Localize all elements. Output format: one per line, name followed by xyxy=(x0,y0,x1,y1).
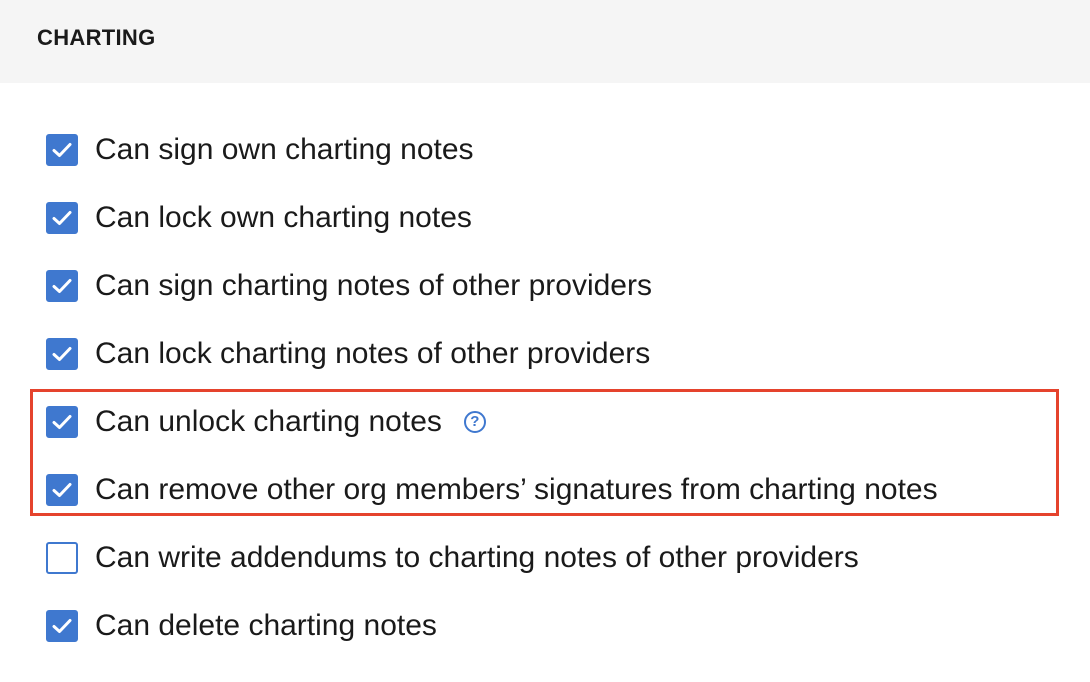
permission-list: Can sign own charting notes Can lock own… xyxy=(0,0,1090,682)
checkbox-addendums[interactable] xyxy=(46,542,78,574)
checkmark-icon xyxy=(52,483,72,497)
permission-label: Can lock charting notes of other provide… xyxy=(95,337,651,370)
checkmark-icon xyxy=(52,619,72,633)
question-circle-icon[interactable]: ? xyxy=(463,411,486,433)
permission-label: Can delete charting notes xyxy=(95,609,437,642)
checkmark-icon xyxy=(52,347,72,361)
checkmark-icon xyxy=(52,211,72,225)
permission-row-sign-others[interactable]: Can sign charting notes of other provide… xyxy=(46,269,652,303)
checkbox-sign-own[interactable] xyxy=(46,134,78,166)
permission-row-delete[interactable]: Can delete charting notes xyxy=(46,609,437,643)
permission-label: Can write addendums to charting notes of… xyxy=(95,541,859,574)
permission-row-unlock[interactable]: Can unlock charting notes ? xyxy=(46,405,486,439)
permission-row-sign-own[interactable]: Can sign own charting notes xyxy=(46,133,474,167)
checkbox-delete[interactable] xyxy=(46,610,78,642)
permission-label: Can lock own charting notes xyxy=(95,201,472,234)
permission-row-remove-signatures[interactable]: Can remove other org members’ signatures… xyxy=(46,473,938,507)
checkmark-icon xyxy=(52,279,72,293)
permission-label: Can remove other org members’ signatures… xyxy=(95,473,938,506)
checkbox-remove-signatures[interactable] xyxy=(46,474,78,506)
checkmark-icon xyxy=(52,415,72,429)
checkbox-unlock[interactable] xyxy=(46,406,78,438)
permission-label: Can sign own charting notes xyxy=(95,133,474,166)
permission-row-lock-others[interactable]: Can lock charting notes of other provide… xyxy=(46,337,650,371)
permission-row-addendums[interactable]: Can write addendums to charting notes of… xyxy=(46,541,859,575)
permission-label: Can sign charting notes of other provide… xyxy=(95,269,652,302)
checkbox-lock-own[interactable] xyxy=(46,202,78,234)
checkbox-lock-others[interactable] xyxy=(46,338,78,370)
permission-label: Can unlock charting notes xyxy=(95,405,442,438)
checkbox-sign-others[interactable] xyxy=(46,270,78,302)
permission-row-lock-own[interactable]: Can lock own charting notes xyxy=(46,201,472,235)
checkmark-icon xyxy=(52,143,72,157)
